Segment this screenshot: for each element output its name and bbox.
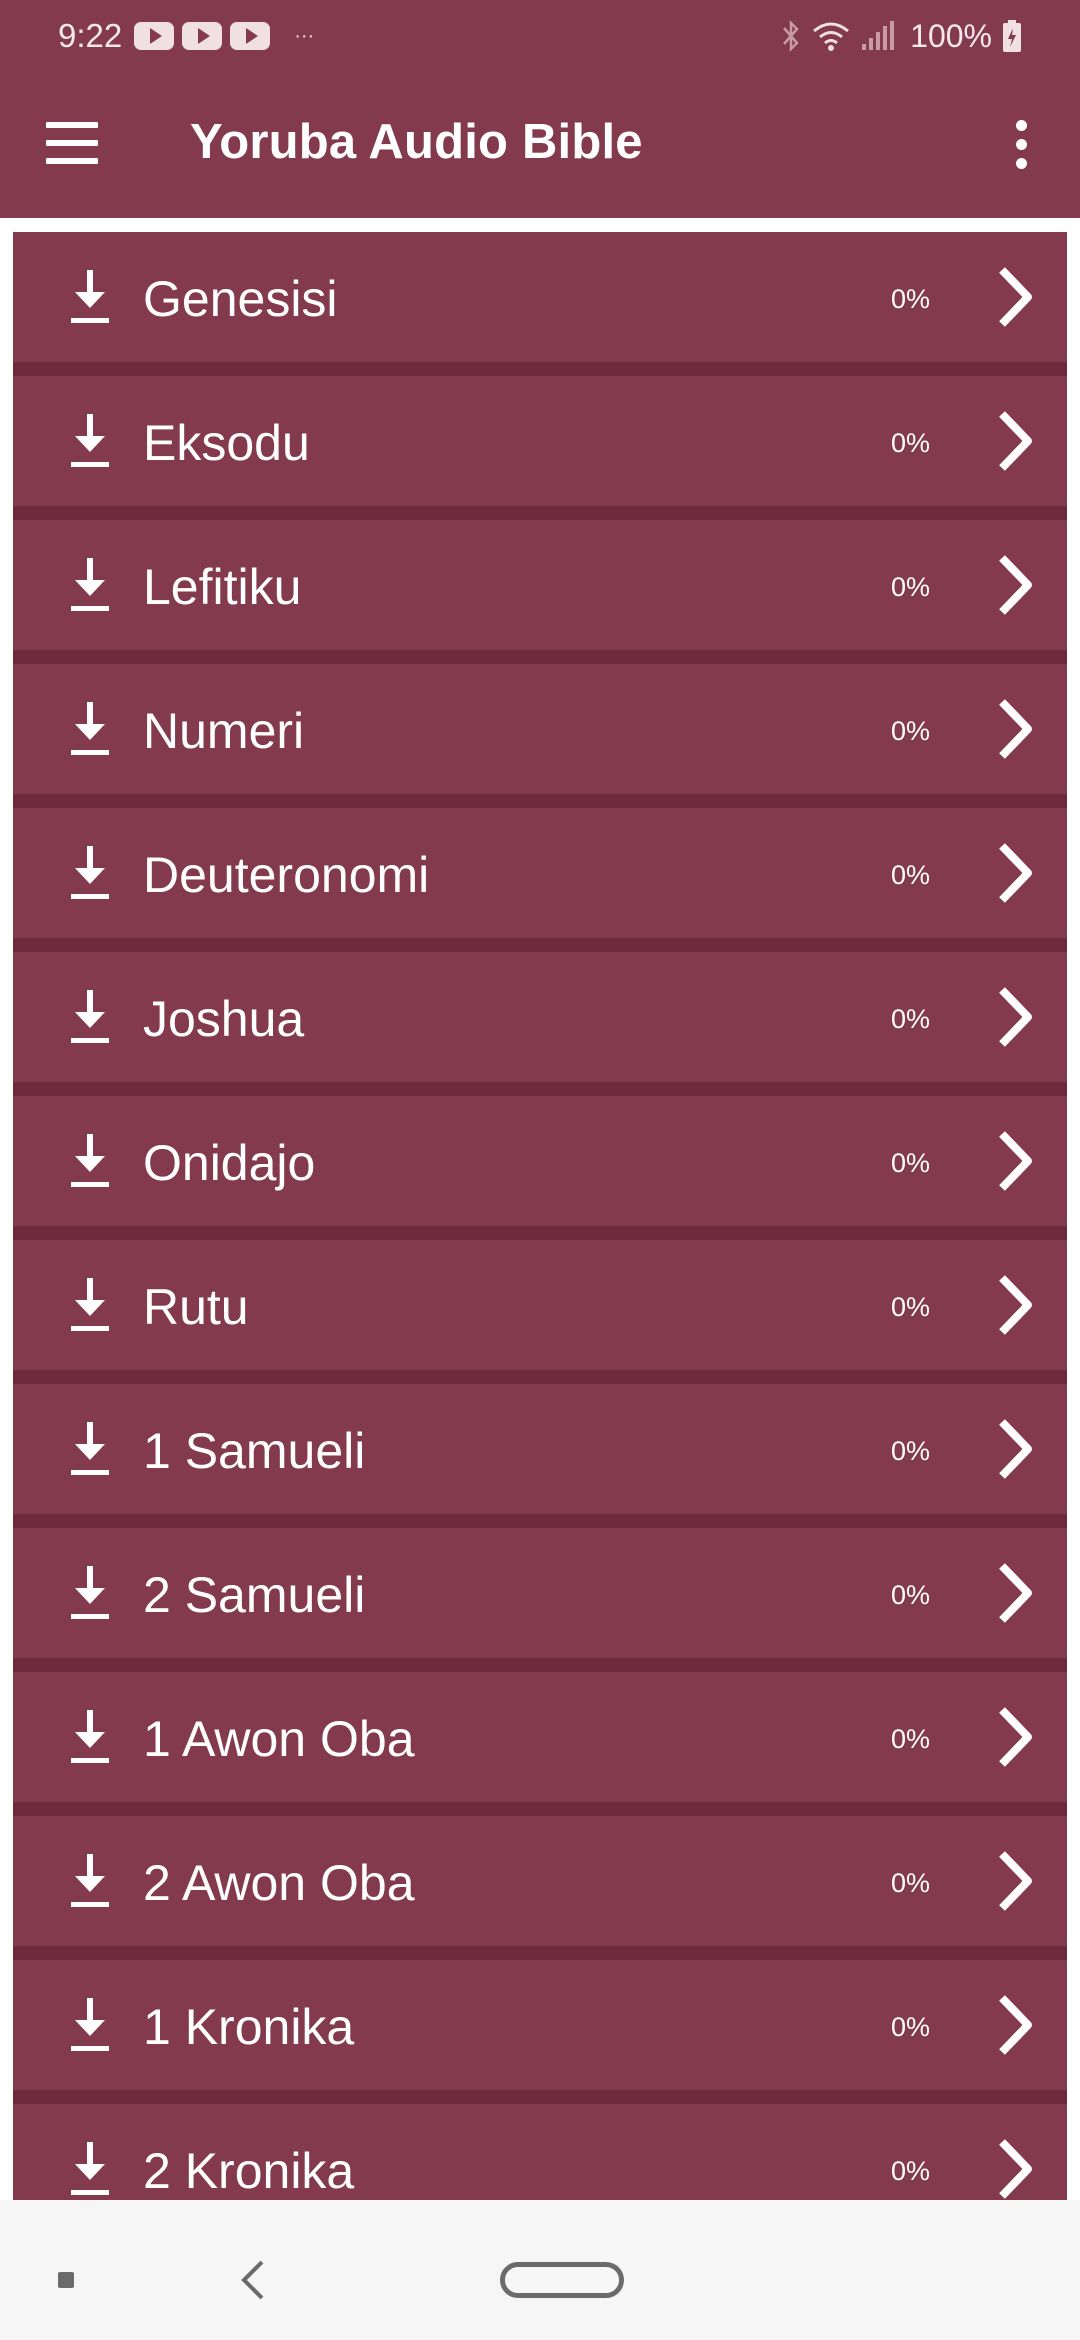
download-icon[interactable] — [67, 412, 113, 470]
book-row[interactable]: Rutu 0% — [13, 1240, 1067, 1384]
app-bar: Yoruba Audio Bible — [0, 72, 1080, 218]
book-name: Onidajo — [143, 1135, 316, 1191]
chevron-right-icon[interactable] — [996, 1274, 1036, 1336]
status-bar: 9:22 ··· 100% — [0, 0, 1080, 72]
download-icon[interactable] — [67, 1996, 113, 2054]
app-screen: 9:22 ··· 100% Yoruba Audio Bible Genesis… — [0, 0, 1080, 2340]
signal-icon — [862, 21, 895, 50]
book-row[interactable]: 2 Samueli 0% — [13, 1528, 1067, 1672]
download-icon[interactable] — [67, 268, 113, 326]
book-row[interactable]: 1 Samueli 0% — [13, 1384, 1067, 1528]
page-title: Yoruba Audio Bible — [190, 115, 643, 169]
bluetooth-icon — [783, 19, 799, 53]
download-icon[interactable] — [67, 844, 113, 902]
status-time: 9:22 — [58, 17, 123, 54]
youtube-icon — [182, 22, 223, 50]
book-name: 1 Awon Oba — [143, 1711, 415, 1767]
book-name: Deuteronomi — [143, 847, 430, 903]
book-name: Joshua — [143, 991, 305, 1047]
notification-icons — [134, 22, 271, 50]
chevron-right-icon[interactable] — [996, 1994, 1036, 2056]
download-icon[interactable] — [67, 2140, 113, 2198]
book-name: Genesisi — [143, 271, 338, 327]
download-icon[interactable] — [67, 1132, 113, 1190]
download-progress: 0% — [891, 2156, 931, 2186]
download-icon[interactable] — [67, 700, 113, 758]
download-progress: 0% — [891, 428, 931, 458]
chevron-right-icon[interactable] — [996, 554, 1036, 616]
home-icon[interactable] — [500, 2262, 624, 2298]
chevron-right-icon[interactable] — [996, 698, 1036, 760]
chevron-right-icon[interactable] — [996, 1418, 1036, 1480]
chevron-right-icon[interactable] — [996, 1850, 1036, 1912]
book-name: Lefitiku — [143, 559, 302, 615]
book-row[interactable]: 2 Awon Oba 0% — [13, 1816, 1067, 1960]
chevron-right-icon[interactable] — [996, 842, 1036, 904]
download-progress: 0% — [891, 1292, 931, 1322]
download-icon[interactable] — [67, 988, 113, 1046]
system-status-icons: 100% — [780, 18, 1022, 55]
youtube-icon — [230, 22, 271, 50]
battery-percentage: 100% — [910, 17, 992, 54]
youtube-icon — [134, 22, 175, 50]
download-progress: 0% — [891, 1724, 931, 1754]
book-row[interactable]: Lefitiku 0% — [13, 520, 1067, 664]
book-row[interactable]: 1 Kronika 0% — [13, 1960, 1067, 2104]
book-name: 2 Samueli — [143, 1567, 366, 1623]
system-navigation-bar — [0, 2200, 1080, 2340]
battery-icon — [1003, 20, 1021, 52]
download-icon[interactable] — [67, 1564, 113, 1622]
recents-icon[interactable] — [58, 2272, 74, 2288]
download-icon[interactable] — [67, 556, 113, 614]
chevron-right-icon[interactable] — [996, 1706, 1036, 1768]
download-progress: 0% — [891, 1004, 931, 1034]
download-progress: 0% — [891, 284, 931, 314]
wifi-icon — [813, 22, 850, 51]
more-vertical-icon[interactable] — [1010, 120, 1034, 170]
download-icon[interactable] — [67, 1708, 113, 1766]
book-name: Rutu — [143, 1279, 249, 1335]
download-progress: 0% — [891, 2012, 931, 2042]
book-row[interactable]: Eksodu 0% — [13, 376, 1067, 520]
book-name: Numeri — [143, 703, 305, 759]
hamburger-menu-icon[interactable] — [46, 122, 98, 166]
download-progress: 0% — [891, 572, 931, 602]
book-name: 2 Kronika — [143, 2143, 355, 2199]
book-name: 1 Kronika — [143, 1999, 355, 2055]
more-notifications-indicator: ··· — [294, 24, 315, 47]
book-row[interactable]: Onidajo 0% — [13, 1096, 1067, 1240]
chevron-right-icon[interactable] — [996, 266, 1036, 328]
download-icon[interactable] — [67, 1420, 113, 1478]
download-progress: 0% — [891, 1868, 931, 1898]
download-progress: 0% — [891, 1436, 931, 1466]
book-name: 1 Samueli — [143, 1423, 366, 1479]
download-progress: 0% — [891, 1148, 931, 1178]
book-name: Eksodu — [143, 415, 310, 471]
book-row[interactable]: Numeri 0% — [13, 664, 1067, 808]
book-row[interactable]: 2 Kronika 0% — [13, 2104, 1067, 2200]
book-row[interactable]: 1 Awon Oba 0% — [13, 1672, 1067, 1816]
download-progress: 0% — [891, 860, 931, 890]
download-progress: 0% — [891, 1580, 931, 1610]
book-list[interactable]: Genesisi 0% Eksodu 0% Lefitiku 0% Numeri… — [13, 232, 1067, 2200]
chevron-right-icon[interactable] — [996, 1130, 1036, 1192]
book-row[interactable]: Deuteronomi 0% — [13, 808, 1067, 952]
download-icon[interactable] — [67, 1276, 113, 1334]
book-row[interactable]: Genesisi 0% — [13, 232, 1067, 376]
download-icon[interactable] — [67, 1852, 113, 1910]
back-icon[interactable] — [236, 2258, 270, 2302]
book-name: 2 Awon Oba — [143, 1855, 415, 1911]
chevron-right-icon[interactable] — [996, 986, 1036, 1048]
chevron-right-icon[interactable] — [996, 1562, 1036, 1624]
download-progress: 0% — [891, 716, 931, 746]
book-row[interactable]: Joshua 0% — [13, 952, 1067, 1096]
chevron-right-icon[interactable] — [996, 410, 1036, 472]
chevron-right-icon[interactable] — [996, 2138, 1036, 2200]
